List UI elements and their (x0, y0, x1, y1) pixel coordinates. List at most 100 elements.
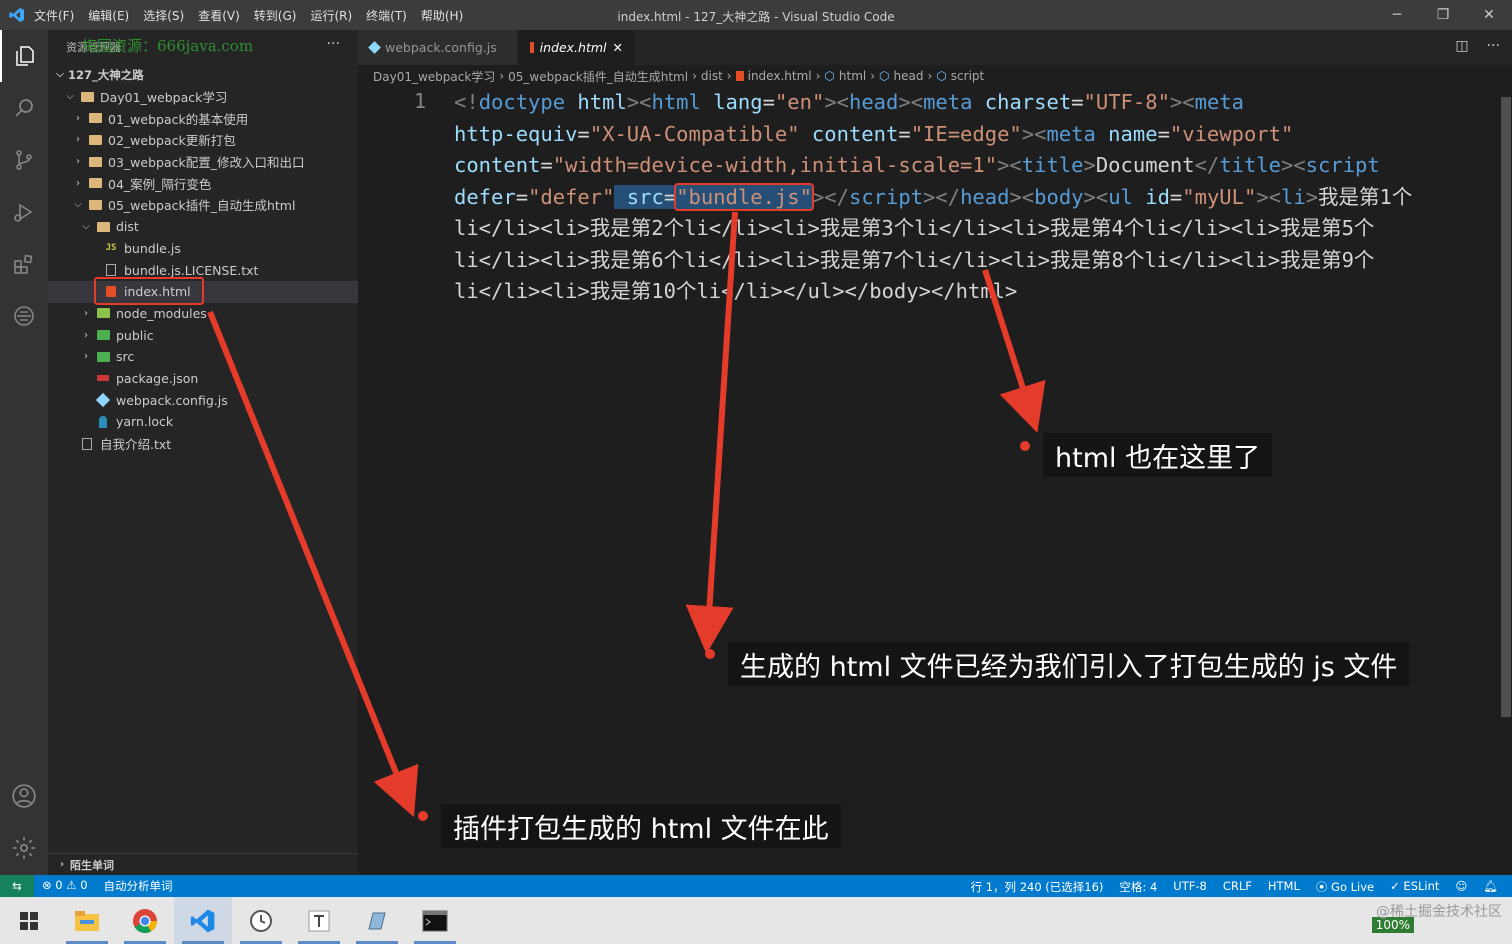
sidebar-footer-section[interactable]: › 陌生单词 (48, 853, 358, 875)
node-folder-icon (94, 308, 112, 319)
code-line: http-equiv="X-UA-Compatible" content="IE… (454, 121, 1294, 146)
maximize-button[interactable]: ❐ (1420, 0, 1466, 30)
chevron-right-icon: › (76, 177, 80, 189)
breadcrumb-separator: › (815, 69, 821, 83)
code-line: defer="defer" src="bundle.js"></script><… (454, 182, 1413, 211)
tree-item-label: bundle.js.LICENSE.txt (124, 262, 259, 278)
tab-webpack-config[interactable]: webpack.config.js (358, 30, 518, 65)
tree-item-label: src (116, 349, 135, 365)
yarn-file-icon (94, 415, 112, 428)
end-of-line[interactable]: CRLF (1223, 879, 1252, 895)
tree-folder-01[interactable]: › 01_webpack的基本使用 (48, 107, 358, 129)
indentation[interactable]: 空格: 4 (1119, 879, 1157, 895)
cursor-position[interactable]: 行 1，列 240 (已选择16) (971, 879, 1104, 895)
clock-app-icon[interactable] (232, 897, 290, 944)
tree-file-yarn-lock[interactable]: yarn.lock (48, 411, 358, 433)
account-icon[interactable] (0, 770, 48, 822)
editor-tabs: webpack.config.js index.html ✕ ◫ ··· (358, 30, 1512, 65)
menu-go[interactable]: 转到(G) (254, 7, 297, 24)
breadcrumb-item[interactable]: dist (701, 69, 723, 83)
tree-file-intro-txt[interactable]: 自我介绍.txt (48, 433, 358, 455)
menu-run[interactable]: 运行(R) (310, 7, 352, 24)
tree-folder-02[interactable]: › 02_webpack更新打包 (48, 129, 358, 151)
editor-scrollbar[interactable] (1500, 87, 1512, 875)
windows-start-icon[interactable] (0, 897, 58, 944)
more-actions-icon[interactable]: ··· (1487, 38, 1500, 54)
source-control-icon[interactable] (0, 134, 48, 186)
encoding[interactable]: UTF-8 (1173, 879, 1207, 895)
explorer-icon[interactable] (0, 30, 48, 82)
split-editor-icon[interactable]: ◫ (1455, 38, 1468, 54)
menu-file[interactable]: 文件(F) (34, 7, 74, 24)
workspace-root-label: 127_大神之路 (68, 67, 144, 82)
tree-item-label: yarn.lock (116, 414, 174, 430)
activity-bar (0, 30, 48, 875)
menu-edit[interactable]: 编辑(E) (88, 7, 129, 24)
breadcrumb-separator: › (499, 69, 505, 83)
tree-folder-node-modules[interactable]: › node_modules (48, 303, 358, 325)
chrome-icon[interactable] (116, 897, 174, 944)
go-live-button[interactable]: ⦿ Go Live (1316, 879, 1374, 895)
breadcrumb-item[interactable]: head (894, 69, 924, 83)
breadcrumb-item[interactable]: 05_webpack插件_自动生成html (508, 68, 688, 85)
tab-label: index.html (539, 40, 607, 55)
extensions-icon[interactable] (0, 238, 48, 290)
close-tab-icon[interactable]: ✕ (613, 40, 623, 55)
breadcrumb-separator: › (870, 69, 876, 83)
feedback-icon[interactable]: ☺ (1455, 879, 1467, 895)
breadcrumb-item[interactable]: html (839, 69, 866, 83)
tree-file-index-html[interactable]: index.html (48, 276, 358, 305)
menu-view[interactable]: 查看(V) (198, 7, 240, 24)
remote-icon[interactable] (0, 290, 48, 342)
vscode-taskbar-icon[interactable] (174, 897, 232, 944)
tree-file-package-json[interactable]: package.json (48, 368, 358, 390)
minimize-button[interactable]: ─ (1374, 0, 1420, 30)
breadcrumb-item[interactable]: script (951, 69, 984, 83)
code-line: li</li><li>我是第6个li</li><li>我是第7个li</li><… (454, 247, 1375, 272)
tab-index-html[interactable]: index.html ✕ (518, 30, 636, 65)
status-task[interactable]: 自动分析单词 (104, 878, 173, 894)
more-actions-icon[interactable]: ··· (327, 36, 340, 52)
tree-file-webpack-config[interactable]: webpack.config.js (48, 389, 358, 411)
search-icon[interactable] (0, 82, 48, 134)
tree-folder-public[interactable]: › public (48, 324, 358, 346)
breadcrumb-item[interactable]: Day01_webpack学习 (373, 68, 495, 85)
menu-help[interactable]: 帮助(H) (421, 7, 463, 24)
menu-selection[interactable]: 选择(S) (143, 7, 184, 24)
tree-item-label: webpack.config.js (116, 392, 228, 408)
breadcrumb: Day01_webpack学习 › 05_webpack插件_自动生成html › … (358, 65, 1512, 87)
tree-folder-04[interactable]: › 04_案例_隔行变色 (48, 172, 358, 194)
terminal-icon[interactable] (406, 897, 464, 944)
close-button[interactable]: ✕ (1466, 0, 1512, 30)
public-folder-icon (94, 330, 112, 341)
notes-app-icon[interactable] (348, 897, 406, 944)
tree-folder-src[interactable]: › src (48, 346, 358, 368)
language-mode[interactable]: HTML (1268, 879, 1300, 895)
notifications-bell-icon[interactable]: 🔔︎ (1483, 879, 1498, 895)
typora-icon[interactable] (290, 897, 348, 944)
tree-folder-03[interactable]: › 03_webpack配置_修改入口和出口 (48, 151, 358, 173)
tree-folder-day01[interactable]: ⌵ Day01_webpack学习 (48, 86, 358, 108)
scrollbar-thumb[interactable] (1501, 97, 1511, 717)
problems-count[interactable]: ⊗ 0 ⚠ 0 (42, 878, 88, 894)
watermark-text: 梅园资源：666java.com (82, 37, 254, 55)
breadcrumb-separator: › (692, 69, 697, 83)
tree-folder-dist[interactable]: ⌵ dist (48, 216, 358, 238)
menu-terminal[interactable]: 终端(T) (366, 7, 407, 24)
run-debug-icon[interactable] (0, 186, 48, 238)
code-content[interactable]: <!doctype html><html lang="en"><head><me… (454, 87, 1494, 308)
folder-open-icon (94, 221, 112, 232)
eslint-status[interactable]: ✓ ESLint (1390, 879, 1439, 895)
file-explorer-icon[interactable] (58, 897, 116, 944)
code-editor[interactable]: 1 <!doctype html><html lang="en"><head><… (358, 87, 1500, 875)
remote-indicator-icon[interactable]: ⇆ (0, 875, 34, 897)
tree-file-bundle-js[interactable]: JS bundle.js (48, 238, 358, 260)
workspace-root[interactable]: ⌵ 127_大神之路 (48, 64, 358, 86)
chevron-right-icon: › (84, 307, 88, 319)
tree-item-label: 02_webpack更新打包 (108, 133, 236, 149)
breadcrumb-item[interactable]: index.html (748, 69, 812, 83)
tree-folder-05[interactable]: ⌵ 05_webpack插件_自动生成html (48, 194, 358, 216)
tree-item-label: 05_webpack插件_自动生成html (108, 198, 296, 214)
settings-gear-icon[interactable] (0, 822, 48, 874)
explorer-header: 资源管理器 梅园资源：666java.com ··· (48, 30, 358, 64)
